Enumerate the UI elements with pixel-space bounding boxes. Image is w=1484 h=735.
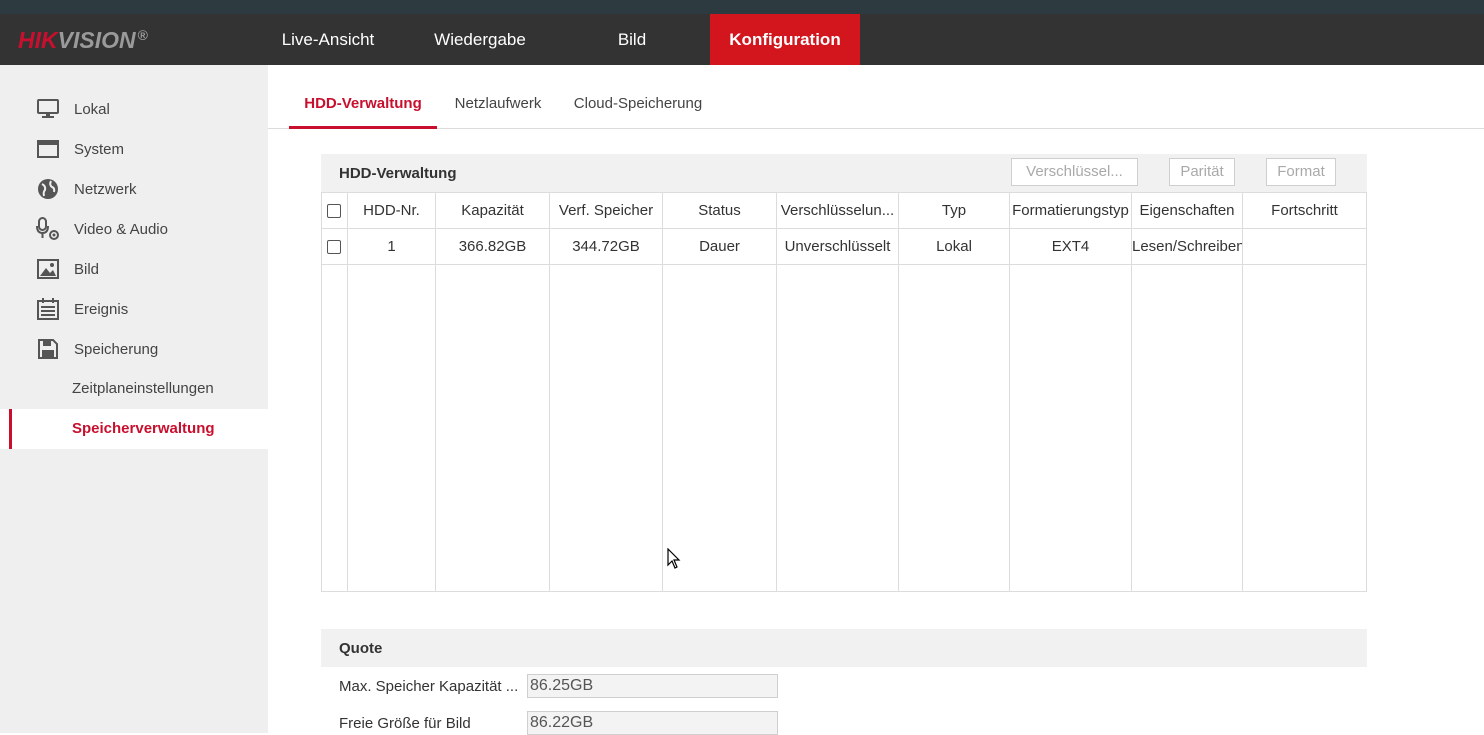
cell-type: Lokal (936, 238, 972, 255)
sidebar-item-label: System (74, 140, 125, 158)
active-indicator (9, 409, 12, 449)
cell-progress (1243, 229, 1366, 265)
column-header-properties[interactable]: Eigenschaften (1132, 193, 1242, 229)
sidebar-item-label: Video & Audio (74, 220, 168, 238)
hdd-panel-title: HDD-Verwaltung (339, 165, 457, 182)
sidebar-item-storage[interactable]: Speicherung (0, 329, 268, 369)
free-picture-size-field[interactable]: 86.22GB (527, 711, 778, 735)
nav-configuration[interactable]: Konfiguration (710, 14, 860, 65)
encrypt-button[interactable]: Verschlüssel... (1011, 158, 1138, 186)
select-all-checkbox[interactable] (327, 204, 341, 218)
column-header-encryption[interactable]: Verschlüsselun... (777, 193, 898, 229)
sidebar-item-network[interactable]: Netzwerk (0, 169, 268, 209)
nav-picture[interactable]: Bild (567, 14, 697, 65)
column-header-format-type[interactable]: Formatierungstyp (1010, 193, 1131, 229)
column-header-capacity[interactable]: Kapazität (436, 193, 549, 229)
window-icon (36, 137, 60, 161)
free-picture-size-label: Freie Größe für Bild (339, 715, 471, 732)
sidebar-subitem-label: Speicherverwaltung (72, 420, 215, 437)
tab-cloud-storage[interactable]: Cloud-Speicherung (568, 65, 708, 129)
sidebar: Lokal System Netzwerk Video & Audio Bild… (0, 65, 268, 733)
sidebar-item-local[interactable]: Lokal (0, 89, 268, 129)
floppy-disk-icon (36, 337, 60, 361)
sidebar-item-label: Netzwerk (74, 180, 137, 198)
cell-free-space: 344.72GB (572, 238, 640, 255)
monitor-icon (36, 97, 60, 121)
top-navigation-bar: HIKVISION ® Live-Ansicht Wiedergabe Bild … (0, 14, 1484, 65)
max-storage-capacity-field[interactable]: 86.25GB (527, 674, 778, 698)
sidebar-subitem-label: Zeitplaneinstellungen (72, 380, 214, 397)
cell-status: Dauer (699, 238, 740, 255)
column-header-progress[interactable]: Fortschritt (1243, 193, 1366, 229)
column-header-type[interactable]: Typ (899, 193, 1009, 229)
sidebar-subitem-schedule-settings[interactable]: Zeitplaneinstellungen (0, 369, 268, 409)
tab-network-drive[interactable]: Netzlaufwerk (448, 65, 548, 129)
cell-encryption: Unverschlüsselt (784, 238, 891, 255)
sidebar-item-event[interactable]: Ereignis (0, 289, 268, 329)
hdd-panel-header: HDD-Verwaltung Verschlüssel... Parität F… (321, 154, 1367, 192)
sidebar-item-label: Lokal (74, 100, 110, 118)
nav-playback[interactable]: Wiedergabe (415, 14, 545, 65)
cell-properties: Lesen/Schreiben (1132, 238, 1242, 255)
column-header-hdd-no[interactable]: HDD-Nr. (348, 193, 435, 229)
top-strip (0, 0, 1484, 14)
sidebar-item-image[interactable]: Bild (0, 249, 268, 289)
calendar-icon (36, 297, 60, 321)
quota-panel-header: Quote (321, 629, 1367, 667)
max-storage-capacity-label: Max. Speicher Kapazität ... (339, 678, 519, 695)
sidebar-item-system[interactable]: System (0, 129, 268, 169)
tab-bar: HDD-Verwaltung Netzlaufwerk Cloud-Speich… (268, 65, 1484, 129)
mouse-cursor-icon (667, 547, 681, 575)
parity-button[interactable]: Parität (1169, 158, 1235, 186)
image-icon (36, 257, 60, 281)
format-button[interactable]: Format (1266, 158, 1336, 186)
sidebar-subitem-storage-management[interactable]: Speicherverwaltung (0, 409, 268, 449)
logo-text-red: HIK (18, 27, 58, 53)
globe-icon (36, 177, 60, 201)
sidebar-item-label: Speicherung (74, 340, 159, 358)
quota-panel-title: Quote (339, 640, 383, 657)
logo-text-grey: VISION (57, 27, 136, 53)
cell-hdd-no: 1 (387, 238, 396, 255)
sidebar-item-label: Bild (74, 260, 100, 278)
hdd-table: HDD-Nr. Kapazität Verf. Speicher Status … (321, 192, 1367, 592)
hikvision-logo: HIKVISION ® (18, 27, 148, 54)
nav-live-view[interactable]: Live-Ansicht (263, 14, 393, 65)
row-checkbox[interactable] (327, 240, 341, 254)
sidebar-item-video-audio[interactable]: Video & Audio (0, 209, 268, 249)
cell-capacity: 366.82GB (458, 238, 527, 255)
logo-registered-mark: ® (137, 27, 148, 43)
cell-format-type: EXT4 (1051, 238, 1090, 255)
microphone-camera-icon (36, 217, 60, 241)
tab-hdd-management[interactable]: HDD-Verwaltung (289, 65, 437, 129)
sidebar-item-label: Ereignis (74, 300, 129, 318)
column-header-free-space[interactable]: Verf. Speicher (550, 193, 662, 229)
column-header-status[interactable]: Status (663, 193, 776, 229)
active-tab-underline (289, 126, 437, 129)
